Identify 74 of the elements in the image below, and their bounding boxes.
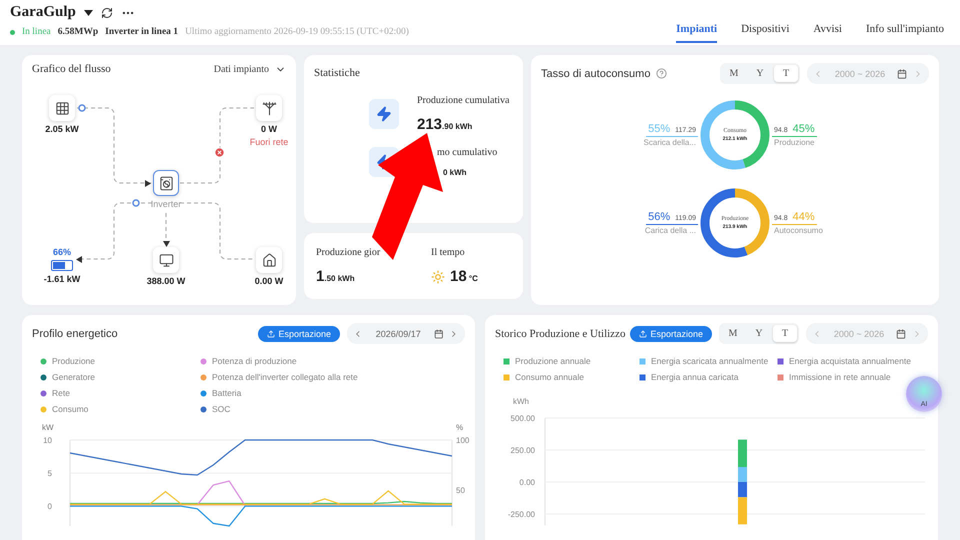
nav-tab[interactable]: Avvisi: [813, 19, 842, 43]
period-tab[interactable]: M: [722, 65, 746, 82]
legend-label: Immissione in rete annuale: [789, 372, 891, 382]
last-update-label: Ultimo aggiornamento 2026-09-19 09:55:15 (UTC+02:00): [185, 27, 409, 37]
node-label: Inverter: [150, 199, 182, 209]
stat-label: mo cumulativo: [437, 147, 498, 158]
battery-percent: 66%: [52, 247, 71, 257]
category-label: Produzione: [773, 136, 816, 148]
axis-unit: kWh: [513, 397, 529, 406]
legend-label: Batteria: [212, 388, 242, 398]
tick-label: 250.00: [510, 446, 535, 455]
legend-label: Rete: [52, 388, 70, 398]
nav-tab[interactable]: Dispositivi: [741, 19, 790, 43]
legend-label: Potenza di produzione: [212, 356, 297, 366]
temperature-value: 18°C: [450, 268, 478, 285]
axis-unit: kW: [42, 423, 54, 432]
tick-label: 500.00: [510, 414, 535, 423]
tick-label: -250.00: [508, 510, 535, 519]
stat-label: Il tempo: [431, 247, 466, 258]
percent-label: 55%: [648, 122, 670, 134]
node-value: 0 W: [260, 124, 277, 134]
category-label: Scarica della...: [642, 136, 697, 148]
stat-value: 213.90 kWh: [417, 116, 474, 133]
tick-label: 50: [456, 486, 465, 495]
legend-label: Potenza dell'inverter collegato alla rete: [212, 372, 358, 382]
node-value: 0.00 W: [254, 276, 284, 286]
date-field[interactable]: 2026/09/17: [347, 323, 465, 344]
card-title: Tasso di autoconsumo: [541, 68, 650, 80]
card-title: Storico Produzione e Utilizzo: [495, 328, 626, 340]
data-dropdown[interactable]: Dati impianto: [214, 64, 286, 74]
site-title: GaraGulp: [10, 4, 76, 21]
legend-label: Generatore: [52, 372, 95, 382]
legend-label: Produzione: [52, 356, 96, 366]
legend-label: Energia scaricata annualmente: [651, 356, 768, 366]
stat-value: 1.50 kWh: [316, 268, 356, 285]
tick-label: 10: [43, 436, 52, 445]
nav-tab[interactable]: Info sull'impianto: [866, 19, 944, 43]
percent-label: 45%: [792, 122, 815, 134]
percent-label: 44%: [792, 210, 815, 222]
node-status: Fuori rete: [250, 137, 288, 147]
legend-label: Energia acquistata annualmente: [789, 356, 911, 366]
legend-label: Consumo: [52, 404, 88, 414]
tick-label: 100: [456, 436, 470, 445]
nav-tab[interactable]: Impianti: [676, 19, 718, 43]
tick-label: 0.00: [519, 478, 535, 487]
tick-label: 5: [48, 469, 52, 478]
legend-label: Consumo annuale: [515, 372, 584, 382]
legend-label: Energia annua caricata: [651, 372, 738, 382]
category-label: Carica della ...: [644, 224, 697, 236]
category-label: Autoconsumo: [773, 224, 824, 236]
capacity-label: 6.58MWp: [58, 27, 98, 37]
card-title: Grafico del flusso: [32, 63, 111, 75]
axis-unit: %: [456, 423, 464, 432]
node-value: 2.05 kW: [45, 124, 79, 134]
period-tab[interactable]: M: [721, 325, 745, 342]
stat-value: 0 kWh: [443, 168, 468, 177]
legend-label: Produzione annuale: [515, 356, 591, 366]
tick-label: 0: [48, 502, 52, 512]
percent-label: 56%: [648, 210, 670, 222]
status-label: In linea: [22, 27, 51, 37]
period-tab[interactable]: Y: [748, 65, 772, 82]
period-tab[interactable]: T: [774, 65, 798, 82]
node-value: 388.00 W: [146, 276, 186, 286]
card-title: Statistiche: [314, 67, 360, 79]
period-tab[interactable]: T: [773, 325, 797, 342]
export-button[interactable]: Esportazione: [630, 326, 712, 342]
inverter-count: Inverter in linea 1: [105, 27, 178, 37]
node-value: -1.61 kW: [44, 274, 80, 284]
export-button[interactable]: Esportazione: [258, 326, 340, 342]
legend-label: SOC: [212, 404, 230, 414]
period-tab[interactable]: Y: [747, 325, 771, 342]
stat-label: Produzione gior: [316, 247, 382, 258]
stat-label: Produzione cumulativa: [417, 95, 510, 106]
card-title: Profilo energetico: [32, 328, 118, 340]
